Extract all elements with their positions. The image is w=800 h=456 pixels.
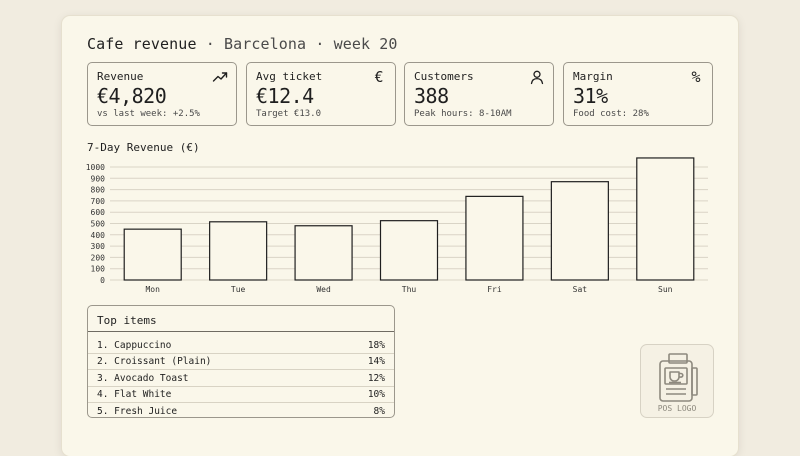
y-tick-label: 1000 <box>86 163 105 172</box>
item-share: 12% <box>367 372 385 384</box>
item-name: 4. Flat White <box>97 389 172 400</box>
y-tick-label: 800 <box>91 186 106 195</box>
bar-tue <box>209 221 268 281</box>
bar-thu <box>379 220 439 281</box>
item-share: 18% <box>367 339 385 351</box>
x-tick-label: Sat <box>573 285 588 294</box>
y-tick-label: 700 <box>91 197 106 206</box>
bar-wed <box>294 225 353 281</box>
y-tick-label: 400 <box>91 231 106 240</box>
pos-logo: POS LOGO <box>640 344 714 418</box>
y-tick-label: 600 <box>91 208 106 217</box>
item-name: 5. Fresh Juice <box>97 405 178 417</box>
item-share: 8% <box>373 405 385 417</box>
list-item: 1. Cappuccino 18% <box>97 337 385 353</box>
item-name: 2. Croissant (Plain) <box>97 356 212 367</box>
x-tick-label: Thu <box>402 285 417 294</box>
item-share: 14% <box>367 356 385 367</box>
bar-mon <box>123 228 182 281</box>
logo-caption: POS LOGO <box>657 404 697 413</box>
list-item: 3. Avocado Toast 12% <box>97 370 385 386</box>
dashboard-panel: Cafe revenue · Barcelona · week 20 Reven… <box>62 16 738 456</box>
top-items-panel: Top items 1. Cappuccino 18% 2. Croissant (… <box>87 305 395 418</box>
list-item: 4. Flat White 10% <box>97 387 385 403</box>
bar-sat <box>550 181 609 281</box>
x-tick-label: Mon <box>145 285 160 294</box>
y-tick-label: 200 <box>91 253 106 262</box>
item-name: 1. Cappuccino <box>97 339 172 351</box>
pos-terminal-icon <box>659 353 698 402</box>
x-tick-label: Wed <box>316 285 331 294</box>
bar-fri <box>465 195 524 281</box>
x-tick-label: Fri <box>487 285 502 294</box>
item-share: 10% <box>367 389 385 400</box>
y-tick-label: 500 <box>91 220 106 229</box>
revenue-bar-chart: 0 100 200 300 400 500 600 700 800 900 1000 Mon Tue We… <box>86 157 708 294</box>
y-tick-label: 900 <box>91 174 106 183</box>
y-tick-label: 300 <box>91 242 106 251</box>
y-tick-label: 100 <box>91 265 106 274</box>
y-tick-label: 0 <box>100 276 105 285</box>
top-items-divider <box>88 331 394 332</box>
bar-sun <box>636 157 695 281</box>
list-item: 2. Croissant (Plain) 14% <box>97 354 385 370</box>
list-item: 5. Fresh Juice 8% <box>97 403 385 419</box>
top-items-title: Top items <box>97 314 157 327</box>
x-tick-label: Sun <box>658 285 673 294</box>
x-tick-label: Tue <box>231 285 246 294</box>
item-name: 3. Avocado Toast <box>97 372 189 384</box>
